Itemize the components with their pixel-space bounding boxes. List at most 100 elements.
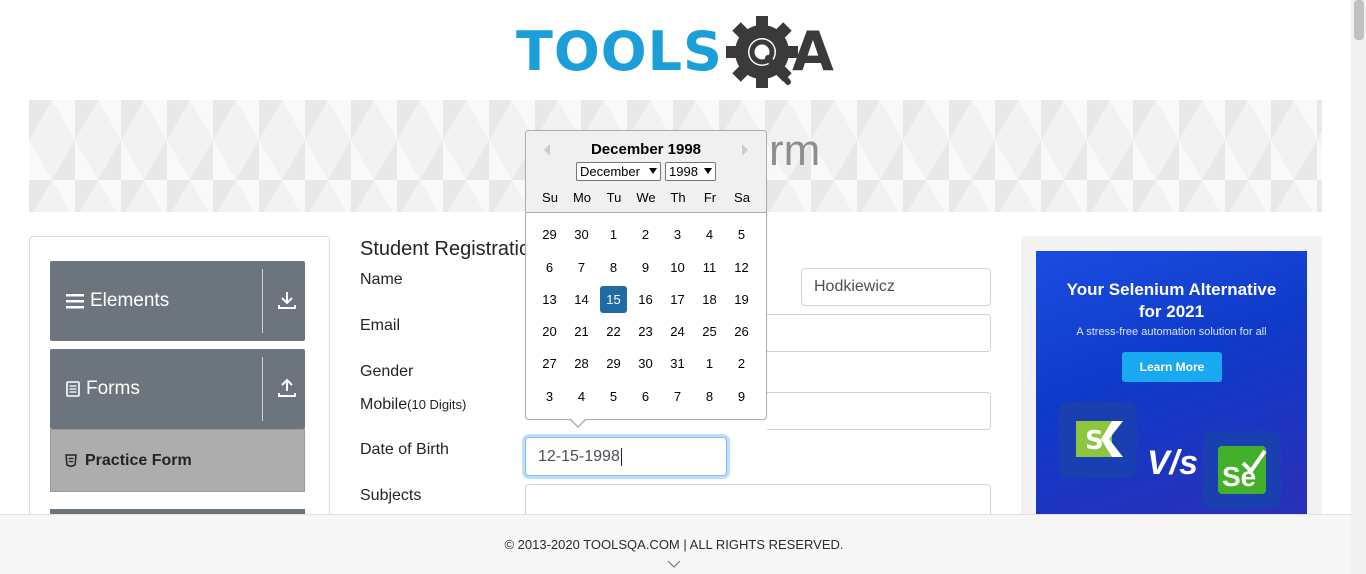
ad-title-line1: Your Selenium Alternative: [1066, 280, 1277, 299]
upload-arrow-icon[interactable]: [276, 377, 298, 399]
footer-copyright: © 2013-2020 TOOLSQA.COM | ALL RIGHTS RES…: [504, 537, 844, 552]
calendar-day[interactable]: 4: [696, 221, 723, 248]
nav-group-forms[interactable]: Forms: [50, 349, 305, 429]
calendar-day[interactable]: 11: [696, 254, 723, 281]
calendar-day[interactable]: 20: [536, 318, 563, 345]
email-input[interactable]: [767, 314, 991, 352]
toolsqa-logo[interactable]: TOOLS A: [516, 16, 840, 92]
ad-subtitle: A stress-free automation solution for al…: [1076, 326, 1267, 338]
text-cursor: [620, 447, 622, 466]
calendar-day[interactable]: 6: [536, 254, 563, 281]
date-picker-header: December 1998 December 1998 Su Mo Tu We Th Fr…: [526, 131, 766, 213]
calendar-day[interactable]: 14: [568, 286, 595, 313]
learn-more-button[interactable]: Learn More: [1122, 352, 1222, 382]
calendar-day[interactable]: 28: [568, 350, 595, 377]
year-select[interactable]: 1998: [665, 162, 716, 181]
page-scrollbar[interactable]: [1351, 0, 1366, 574]
weekday-label: Th: [670, 190, 686, 205]
calendar-day[interactable]: 16: [632, 286, 659, 313]
calendar-day[interactable]: 23: [632, 318, 659, 345]
calendar-day[interactable]: 3: [536, 383, 563, 410]
calendar-day[interactable]: 1: [600, 221, 627, 248]
calendar-day[interactable]: 12: [728, 254, 755, 281]
month-select-value: December: [580, 164, 640, 179]
calendar-day[interactable]: 19: [728, 286, 755, 313]
date-of-birth-input[interactable]: 12-15-1998: [525, 437, 727, 476]
calendar-day[interactable]: 7: [664, 383, 691, 410]
calendar-day[interactable]: 3: [664, 221, 691, 248]
mobile-input[interactable]: [767, 392, 991, 430]
nav-group-elements[interactable]: Elements: [50, 261, 305, 341]
date-picker-pointer-inner: [570, 418, 586, 426]
mobile-label-text: Mobile: [360, 396, 408, 413]
month-select[interactable]: December: [576, 162, 661, 181]
weekday-label: Tu: [606, 190, 622, 205]
calendar-day[interactable]: 18: [696, 286, 723, 313]
calendar-day[interactable]: 25: [696, 318, 723, 345]
calendar-day[interactable]: 17: [664, 286, 691, 313]
calendar-day[interactable]: 24: [664, 318, 691, 345]
selenium-logo: Se: [1203, 431, 1281, 509]
calendar-day[interactable]: 4: [568, 383, 595, 410]
calendar-day[interactable]: 10: [664, 254, 691, 281]
subjects-label: Subjects: [360, 487, 422, 504]
advertisement[interactable]: Your Selenium Alternative for 2021 A str…: [1036, 251, 1307, 514]
year-select-value: 1998: [669, 164, 698, 179]
katalon-logo: S: [1059, 402, 1137, 478]
date-of-birth-value: 12-15-1998: [538, 447, 620, 465]
calendar-day[interactable]: 30: [632, 350, 659, 377]
gear-icon: [726, 16, 798, 88]
html5-icon: [65, 454, 77, 467]
dob-label: Date of Birth: [360, 441, 449, 458]
next-month-icon[interactable]: [740, 143, 750, 157]
date-picker-popup: December 1998 December 1998 Su Mo Tu We Th Fr…: [525, 130, 767, 420]
logo-tools-text: TOOLS: [516, 20, 723, 83]
calendar-day[interactable]: 29: [536, 221, 563, 248]
selenium-logo-text: Se: [1222, 461, 1257, 492]
calendar-day-selected[interactable]: 15: [600, 286, 627, 313]
calendar-day[interactable]: 26: [728, 318, 755, 345]
scrollbar-thumb[interactable]: [1354, 0, 1364, 40]
current-month-title: December 1998: [590, 141, 702, 158]
calendar-day[interactable]: 7: [568, 254, 595, 281]
logo-a-text: A: [792, 20, 834, 83]
calendar-day[interactable]: 1: [696, 350, 723, 377]
sidebar-item-practice-form[interactable]: Practice Form: [50, 429, 305, 492]
calendar-day[interactable]: 13: [536, 286, 563, 313]
ad-versus-text: V/s: [1147, 444, 1199, 482]
weekday-label: Fr: [703, 190, 717, 205]
sidebar-item-label: Practice Form: [85, 451, 192, 469]
svg-text:S: S: [1085, 426, 1104, 456]
calendar-day[interactable]: 31: [664, 350, 691, 377]
name-label: Name: [360, 271, 403, 288]
calendar-day[interactable]: 2: [728, 350, 755, 377]
calendar-day[interactable]: 22: [600, 318, 627, 345]
calendar-day[interactable]: 6: [632, 383, 659, 410]
ad-title-line2: for 2021: [1138, 302, 1205, 321]
form-heading: Student Registratic: [360, 238, 529, 260]
document-icon: [66, 381, 80, 397]
calendar-day[interactable]: 5: [600, 383, 627, 410]
nav-group-label: Elements: [90, 290, 170, 311]
page-footer: © 2013-2020 TOOLSQA.COM | ALL RIGHTS RES…: [0, 514, 1351, 574]
email-label: Email: [360, 317, 401, 334]
download-arrow-icon[interactable]: [276, 289, 298, 311]
calendar-day[interactable]: 2: [632, 221, 659, 248]
calendar-day[interactable]: 30: [568, 221, 595, 248]
mobile-label: Mobile(10 Digits): [360, 396, 466, 414]
weekday-label: Mo: [572, 190, 592, 205]
weekday-label: Su: [542, 190, 558, 205]
calendar-day[interactable]: 8: [696, 383, 723, 410]
calendar-day[interactable]: 27: [536, 350, 563, 377]
calendar-day[interactable]: 9: [728, 383, 755, 410]
last-name-input[interactable]: Hodkiewicz: [801, 268, 991, 306]
calendar-day[interactable]: 5: [728, 221, 755, 248]
calendar-day[interactable]: 29: [600, 350, 627, 377]
menu-lines-icon: [66, 294, 84, 309]
calendar-day[interactable]: 21: [568, 318, 595, 345]
chevron-down-icon[interactable]: [667, 559, 681, 569]
calendar-day[interactable]: 8: [600, 254, 627, 281]
calendar-day[interactable]: 9: [632, 254, 659, 281]
mobile-hint: (10 Digits): [407, 397, 467, 412]
ad-title: Your Selenium Alternative for 2021: [1036, 279, 1307, 323]
